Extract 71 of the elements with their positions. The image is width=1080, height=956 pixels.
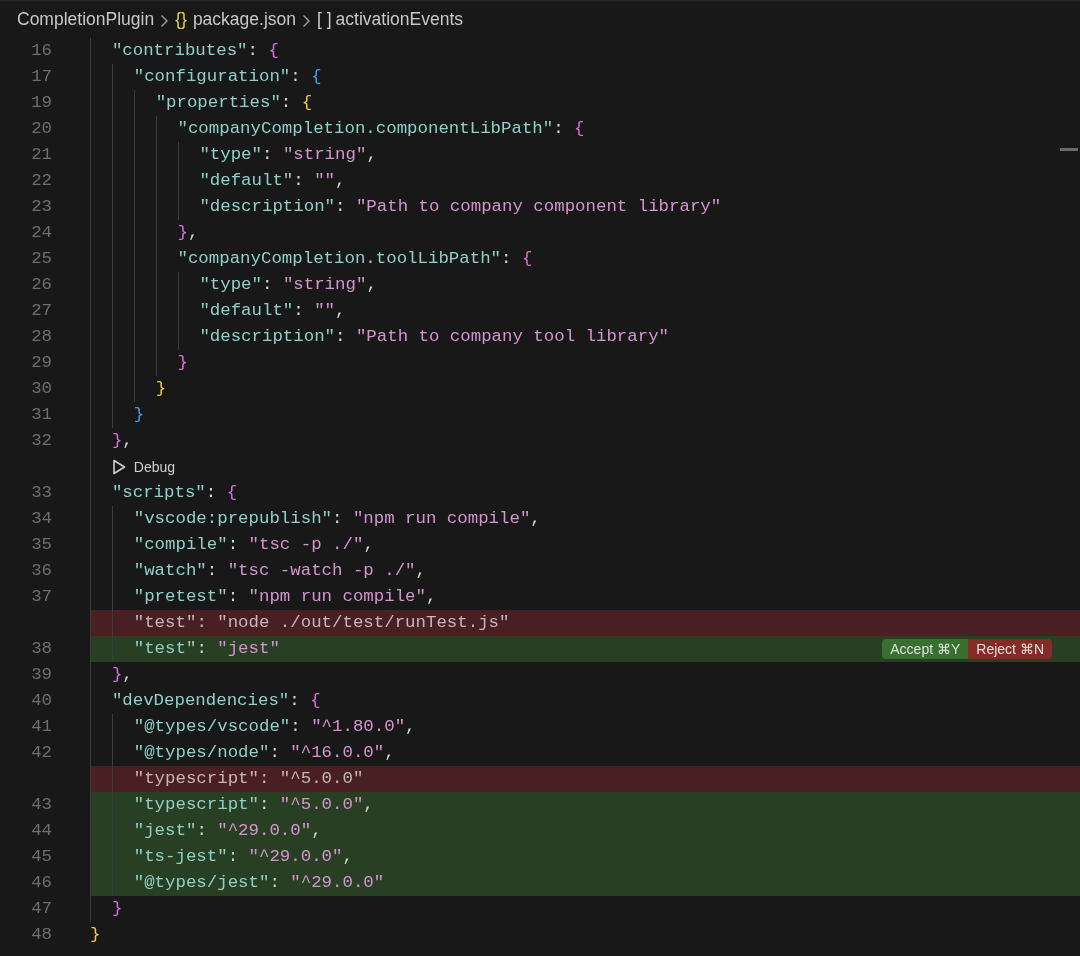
line-number: 28 (30, 326, 53, 348)
code-line: }, (90, 662, 133, 688)
line-number: 19 (30, 92, 53, 114)
code-line: "companyCompletion.componentLibPath": { (90, 116, 585, 142)
code-line: "compile": "tsc -p ./", (90, 532, 374, 558)
code-line: "description": "Path to company component library" (90, 194, 722, 220)
code-line: "@types/jest": "^29.0.0" (90, 870, 385, 896)
line-number: 39 (30, 664, 53, 686)
line-number: 16 (30, 40, 53, 62)
code-line: "default": "", (90, 298, 346, 324)
code-line: "test": "jest" (90, 636, 280, 662)
code-line: "watch": "tsc -watch -p ./", (90, 558, 426, 584)
code-line: "devDependencies": { (90, 688, 321, 714)
line-number: 21 (30, 144, 53, 166)
line-number: 36 (30, 560, 53, 582)
code-line: "scripts": { (90, 480, 238, 506)
line-number: 38 (30, 638, 53, 660)
line-number: 34 (30, 508, 53, 530)
line-number: 33 (30, 482, 53, 504)
code-line: }, (90, 220, 199, 246)
chevron-icon (302, 13, 311, 28)
scrollbar-marker (1060, 148, 1078, 151)
line-number: 42 (30, 742, 53, 764)
breadcrumb-item[interactable]: package.json (192, 6, 296, 33)
code-line: "default": "", (90, 168, 346, 194)
line-number: 30 (30, 378, 53, 400)
code-line: "contributes": { (90, 38, 279, 64)
line-number: 31 (30, 404, 53, 426)
debug-codelens[interactable]: Debug (111, 454, 176, 480)
line-number: 20 (30, 118, 53, 140)
braces-icon: {} (175, 6, 187, 33)
line-number: 37 (30, 586, 53, 608)
code-line: "type": "string", (90, 272, 377, 298)
line-number: 47 (30, 898, 53, 920)
line-number: 48 (30, 924, 53, 946)
line-number: 23 (30, 196, 53, 218)
code-line: "properties": { (90, 90, 313, 116)
code-line: "type": "string", (90, 142, 377, 168)
code-line: }, (90, 428, 133, 454)
brackets-icon: [ ] (317, 6, 332, 33)
reject-button[interactable]: Reject ⌘N (968, 639, 1052, 659)
breadcrumb-item[interactable]: CompletionPlugin (17, 6, 155, 33)
line-number: 22 (30, 170, 53, 192)
code-line: } (90, 896, 123, 922)
line-number: 46 (30, 872, 53, 894)
code-line: "description": "Path to company tool library" (90, 324, 669, 350)
accept-button[interactable]: Accept ⌘Y (882, 639, 969, 659)
line-number: 45 (30, 846, 53, 868)
code-line: "configuration": { (90, 64, 322, 90)
chevron-icon (160, 13, 170, 28)
line-number: 17 (30, 66, 53, 88)
line-number: 29 (30, 352, 53, 374)
code-line: } (90, 350, 188, 376)
line-number: 41 (30, 716, 53, 738)
line-number: 35 (30, 534, 53, 556)
code-line: "companyCompletion.toolLibPath": { (90, 246, 533, 272)
line-number: 26 (30, 274, 53, 296)
breadcrumb-item[interactable]: activationEvents (335, 6, 464, 33)
line-number: 44 (30, 820, 53, 842)
play-icon (111, 459, 126, 475)
code-line: } (90, 376, 167, 402)
line-number: 24 (30, 222, 53, 244)
code-line: } (90, 402, 145, 428)
line-number: 27 (30, 300, 53, 322)
code-line: } (90, 924, 101, 946)
line-number: 43 (30, 794, 53, 816)
line-number: 25 (30, 248, 53, 270)
line-number: 32 (30, 430, 53, 452)
code-line: "vscode:prepublish": "npm run compile", (90, 506, 541, 532)
code-line: "@types/vscode": "^1.80.0", (90, 714, 416, 740)
line-number: 40 (30, 690, 53, 712)
